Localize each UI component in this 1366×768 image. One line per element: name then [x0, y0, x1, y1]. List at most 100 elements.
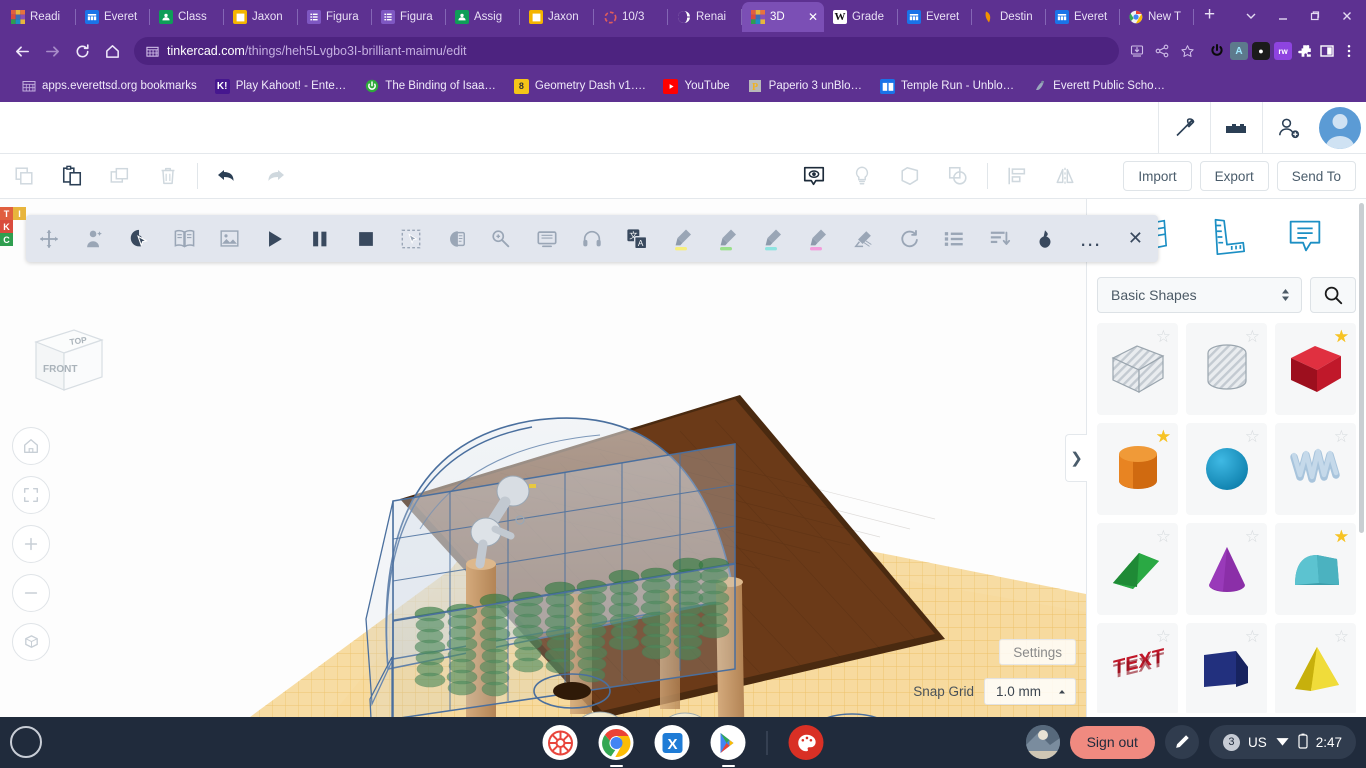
bullet-list-icon[interactable] — [932, 215, 977, 262]
highlighter-green-icon[interactable] — [705, 215, 750, 262]
codeblocks-icon[interactable] — [1158, 102, 1210, 154]
browser-tab[interactable]: Readi✕ — [2, 2, 76, 32]
group-shapes-icon[interactable] — [886, 154, 934, 198]
favorite-star-icon[interactable]: ★ — [1334, 328, 1349, 345]
browser-tab[interactable]: Renai✕ — [668, 2, 742, 32]
shapes-category-select[interactable]: Basic Shapes — [1097, 277, 1302, 313]
fit-to-view-icon[interactable] — [12, 476, 50, 514]
text-shape[interactable]: TEXTTEXT☆ — [1097, 623, 1178, 713]
zoom-in-icon[interactable] — [12, 525, 50, 563]
copy-icon[interactable] — [0, 154, 48, 198]
browser-tab[interactable]: Assig✕ — [446, 2, 520, 32]
close-window-icon[interactable] — [1332, 1, 1362, 31]
study-guide-icon[interactable] — [1022, 215, 1067, 262]
tab-close-icon[interactable]: ✕ — [808, 11, 818, 23]
import-button[interactable]: Import — [1123, 161, 1191, 191]
favorite-star-icon[interactable]: ☆ — [1334, 628, 1349, 645]
favorite-star-icon[interactable]: ☆ — [1245, 528, 1260, 545]
snap-read-mini-logo[interactable]: TI K C — [0, 207, 26, 220]
address-bar[interactable]: tinkercad.com/things/heh5Lvgbo3I-brillia… — [134, 37, 1119, 65]
browser-tab[interactable]: New T✕ — [1120, 2, 1194, 32]
sphere-shape[interactable]: ☆ — [1186, 423, 1267, 515]
avatar-speech-icon[interactable] — [71, 215, 116, 262]
undo-icon[interactable] — [203, 154, 251, 198]
puzzle-icon[interactable] — [1296, 42, 1314, 60]
zoom-out-icon[interactable] — [12, 574, 50, 612]
tab-search-icon[interactable] — [1236, 1, 1266, 31]
screenshot-reader-icon[interactable] — [434, 215, 479, 262]
align-icon[interactable] — [993, 154, 1041, 198]
settings-button[interactable]: Settings — [999, 639, 1076, 665]
browser-tab[interactable]: Everet✕ — [76, 2, 150, 32]
favorite-star-icon[interactable]: ★ — [1334, 528, 1349, 545]
snap-grid-select[interactable]: 1.0 mm — [984, 678, 1076, 705]
cylinder-hole-shape[interactable]: ☆ — [1186, 323, 1267, 415]
home-button[interactable] — [98, 37, 126, 65]
stylus-icon[interactable] — [1165, 725, 1199, 759]
browser-tab[interactable]: WGrade✕ — [824, 2, 898, 32]
stop-icon[interactable] — [343, 215, 388, 262]
browser-tab[interactable]: Everet✕ — [1046, 2, 1120, 32]
toolbar-close-icon[interactable]: ✕ — [1113, 215, 1158, 262]
browser-tab[interactable]: Destin✕ — [972, 2, 1046, 32]
wedge-shape[interactable]: ☆ — [1186, 623, 1267, 713]
bookmark-item[interactable]: apps.everettsd.org bookmarks — [12, 79, 206, 94]
listen-headphones-icon[interactable] — [569, 215, 614, 262]
scribble-shape[interactable]: ☆ — [1275, 423, 1356, 515]
excel-app-icon[interactable]: X — [655, 725, 690, 760]
collect-highlights-icon[interactable] — [886, 215, 931, 262]
toolbar-more-icon[interactable]: … — [1067, 215, 1112, 262]
favorite-star-icon[interactable]: ☆ — [1245, 628, 1260, 645]
chrome-menu-icon[interactable] — [1340, 42, 1358, 60]
shapes-scrollbar[interactable] — [1359, 203, 1364, 533]
orthographic-perspective-icon[interactable] — [12, 623, 50, 661]
reload-button[interactable] — [68, 37, 96, 65]
bookmark-item[interactable]: K!Play Kahoot! - Ente… — [206, 79, 356, 94]
delete-trash-icon[interactable] — [144, 154, 192, 198]
collapse-panel-handle[interactable]: ❯ — [1065, 434, 1087, 482]
read-write-icon[interactable]: rw — [1274, 42, 1292, 60]
bookmark-item[interactable]: PPaperio 3 unBlo… — [739, 79, 871, 94]
canvas-app-icon[interactable] — [543, 725, 578, 760]
play-icon[interactable] — [252, 215, 297, 262]
send-to-button[interactable]: Send To — [1277, 161, 1356, 191]
roof-shape[interactable]: ☆ — [1097, 523, 1178, 615]
export-button[interactable]: Export — [1200, 161, 1269, 191]
browser-tab[interactable]: Class✕ — [150, 2, 224, 32]
minimize-icon[interactable] — [1268, 1, 1298, 31]
invite-person-icon[interactable] — [1262, 102, 1314, 154]
ruler-icon[interactable] — [1204, 214, 1248, 263]
favorite-star-icon[interactable]: ☆ — [1245, 328, 1260, 345]
shapes-search-button[interactable] — [1310, 277, 1356, 313]
browser-tab[interactable]: Figura✕ — [372, 2, 446, 32]
highlighter-yellow-icon[interactable] — [660, 215, 705, 262]
browser-tab[interactable]: Jaxon✕ — [520, 2, 594, 32]
view-cube[interactable]: TOP FRONT — [28, 324, 108, 400]
user-avatar[interactable] — [1026, 725, 1060, 759]
chrome-app-icon[interactable] — [599, 725, 634, 760]
highlighter-pink-icon[interactable] — [796, 215, 841, 262]
share-icon[interactable] — [1150, 39, 1174, 63]
screen-reader-cursor-icon[interactable] — [117, 215, 162, 262]
home-view-icon[interactable] — [12, 427, 50, 465]
status-tray[interactable]: 3 US 2:47 — [1209, 725, 1356, 759]
bookmark-item[interactable]: The Binding of Isaa… — [355, 79, 505, 94]
favorite-star-icon[interactable]: ★ — [1156, 428, 1171, 445]
box-shape[interactable]: ★ — [1275, 323, 1356, 415]
cone-shape[interactable]: ☆ — [1186, 523, 1267, 615]
favorite-star-icon[interactable]: ☆ — [1334, 428, 1349, 445]
favorite-star-icon[interactable]: ☆ — [1245, 428, 1260, 445]
remove-distractions-icon[interactable] — [524, 215, 569, 262]
bricks-icon[interactable] — [1210, 102, 1262, 154]
dictionary-book-icon[interactable] — [162, 215, 207, 262]
favorite-star-icon[interactable]: ☆ — [1156, 528, 1171, 545]
move-handle-icon[interactable] — [26, 215, 71, 262]
browser-tab[interactable]: Everet✕ — [898, 2, 972, 32]
launcher-button[interactable] — [10, 726, 42, 758]
account-avatar[interactable] — [1314, 102, 1366, 154]
browser-tab[interactable]: Jaxon✕ — [224, 2, 298, 32]
paste-icon[interactable] — [48, 154, 96, 198]
paint-app-icon[interactable] — [789, 725, 824, 760]
mirror-flip-icon[interactable] — [1041, 154, 1089, 198]
browser-tab[interactable]: 10/3✕ — [594, 2, 668, 32]
